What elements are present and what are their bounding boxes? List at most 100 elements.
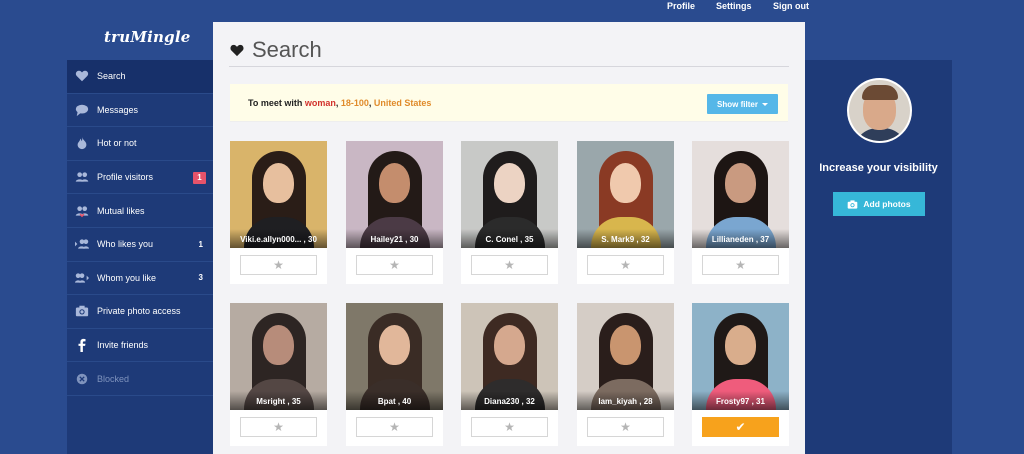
sidebar-item-label: Hot or not bbox=[97, 138, 137, 149]
mutual-users-icon bbox=[67, 204, 97, 218]
sidebar-item-hot-or-not[interactable]: Hot or not bbox=[67, 127, 213, 161]
profile-caption: Hailey21 , 30 bbox=[346, 229, 443, 248]
favorite-button[interactable]: ★ bbox=[240, 417, 317, 437]
page-title: Search bbox=[230, 37, 322, 63]
profile-photo[interactable]: S. Mark9 , 32 bbox=[577, 141, 674, 248]
sidebar-item-profile-visitors[interactable]: Profile visitors 1 bbox=[67, 161, 213, 195]
favorited-button[interactable]: ✔ bbox=[702, 417, 779, 437]
profile-card[interactable]: Lillianeden , 37 ★ bbox=[692, 141, 789, 284]
facebook-icon bbox=[67, 338, 97, 353]
star-icon: ★ bbox=[273, 258, 284, 272]
chat-bubble-icon bbox=[67, 103, 97, 117]
sidebar-item-private-photo-access[interactable]: Private photo access bbox=[67, 295, 213, 329]
profile-photo[interactable]: Hailey21 , 30 bbox=[346, 141, 443, 248]
profile-photo[interactable]: Bpat , 40 bbox=[346, 303, 443, 410]
favorite-button[interactable]: ★ bbox=[471, 255, 548, 275]
profile-card[interactable]: Bpat , 40 ★ bbox=[346, 303, 443, 446]
sidebar-item-mutual-likes[interactable]: Mutual likes bbox=[67, 194, 213, 228]
star-icon: ★ bbox=[389, 258, 400, 272]
profile-link[interactable]: Profile bbox=[667, 0, 695, 12]
who-likes-you-count: 1 bbox=[198, 239, 203, 249]
profile-card[interactable]: Hailey21 , 30 ★ bbox=[346, 141, 443, 284]
profile-caption: Lillianeden , 37 bbox=[692, 229, 789, 248]
sidebar-item-messages[interactable]: Messages bbox=[67, 94, 213, 128]
filter-prefix: To meet with bbox=[248, 98, 305, 108]
profile-caption: Msright , 35 bbox=[230, 391, 327, 410]
check-icon: ✔ bbox=[735, 420, 746, 434]
show-filter-label: Show filter bbox=[717, 99, 758, 109]
caret-down-icon bbox=[761, 102, 768, 106]
title-divider bbox=[229, 66, 789, 67]
sidebar-item-label: Blocked bbox=[97, 373, 130, 384]
page-title-text: Search bbox=[252, 37, 322, 62]
favorite-button[interactable]: ★ bbox=[356, 255, 433, 275]
profile-card[interactable]: Diana230 , 32 ★ bbox=[461, 303, 558, 446]
visibility-heading: Increase your visibility bbox=[819, 162, 938, 174]
star-icon: ★ bbox=[735, 258, 746, 272]
profile-photo[interactable]: Viki.e.allyn000... , 30 bbox=[230, 141, 327, 248]
flame-icon bbox=[67, 136, 97, 150]
sign-out-link[interactable]: Sign out bbox=[773, 0, 809, 12]
sidebar-item-label: Messages bbox=[97, 104, 139, 115]
filter-gender: woman bbox=[304, 98, 336, 108]
profile-photo[interactable]: Diana230 , 32 bbox=[461, 303, 558, 410]
add-photos-label: Add photos bbox=[863, 199, 911, 209]
star-icon: ★ bbox=[389, 420, 400, 434]
sidebar-item-search[interactable]: Search bbox=[67, 60, 213, 94]
star-icon: ★ bbox=[273, 420, 284, 434]
brand-logo[interactable]: truMingle bbox=[104, 28, 190, 46]
profile-photo[interactable]: Frosty97 , 31 bbox=[692, 303, 789, 410]
visitors-count-badge: 1 bbox=[193, 171, 206, 184]
heart-icon bbox=[230, 37, 244, 63]
favorite-button[interactable]: ★ bbox=[240, 255, 317, 275]
profile-caption: Bpat , 40 bbox=[346, 391, 443, 410]
star-icon: ★ bbox=[504, 258, 515, 272]
profile-photo[interactable]: Msright , 35 bbox=[230, 303, 327, 410]
profile-card[interactable]: C. Conel , 35 ★ bbox=[461, 141, 558, 284]
profile-card[interactable]: S. Mark9 , 32 ★ bbox=[577, 141, 674, 284]
profile-photo[interactable]: C. Conel , 35 bbox=[461, 141, 558, 248]
sidebar-item-whom-you-like[interactable]: Whom you like 3 bbox=[67, 262, 213, 296]
sidebar-item-label: Invite friends bbox=[97, 340, 149, 351]
users-icon bbox=[67, 170, 97, 184]
settings-link[interactable]: Settings bbox=[716, 0, 752, 12]
avatar[interactable] bbox=[847, 78, 912, 143]
profile-card[interactable]: Viki.e.allyn000... , 30 ★ bbox=[230, 141, 327, 284]
whom-you-like-count: 3 bbox=[198, 273, 203, 283]
visibility-panel: Increase your visibility Add photos bbox=[805, 60, 952, 454]
favorite-button[interactable]: ★ bbox=[356, 417, 433, 437]
search-panel: Search To meet with woman, 18-100, Unite… bbox=[213, 22, 805, 454]
filter-summary: To meet with woman, 18-100, United State… bbox=[248, 98, 431, 108]
profile-caption: Diana230 , 32 bbox=[461, 391, 558, 410]
sidebar-item-who-likes-you[interactable]: Who likes you 1 bbox=[67, 228, 213, 262]
profile-photo[interactable]: Lillianeden , 37 bbox=[692, 141, 789, 248]
blocked-icon bbox=[67, 372, 97, 386]
add-photos-button[interactable]: Add photos bbox=[833, 192, 925, 216]
profile-caption: Viki.e.allyn000... , 30 bbox=[230, 229, 327, 248]
heart-icon bbox=[67, 69, 97, 83]
profile-caption: Iam_kiyah , 28 bbox=[577, 391, 674, 410]
favorite-button[interactable]: ★ bbox=[702, 255, 779, 275]
favorite-button[interactable]: ★ bbox=[587, 255, 664, 275]
sidebar-item-blocked[interactable]: Blocked bbox=[67, 362, 213, 396]
filter-country: United States bbox=[373, 98, 432, 108]
profile-card[interactable]: Iam_kiyah , 28 ★ bbox=[577, 303, 674, 446]
favorite-button[interactable]: ★ bbox=[471, 417, 548, 437]
star-icon: ★ bbox=[504, 420, 515, 434]
profile-card[interactable]: Msright , 35 ★ bbox=[230, 303, 327, 446]
profile-photo[interactable]: Iam_kiyah , 28 bbox=[577, 303, 674, 410]
profile-card[interactable]: Frosty97 , 31 ✔ bbox=[692, 303, 789, 446]
sidebar-item-invite-friends[interactable]: Invite friends bbox=[67, 329, 213, 363]
favorite-button[interactable]: ★ bbox=[587, 417, 664, 437]
filter-age-range: 18-100 bbox=[340, 98, 369, 108]
star-icon: ★ bbox=[620, 420, 631, 434]
show-filter-button[interactable]: Show filter bbox=[707, 94, 778, 114]
outgoing-users-icon bbox=[67, 271, 97, 285]
sidebar-item-label: Whom you like bbox=[97, 272, 157, 283]
profile-caption: S. Mark9 , 32 bbox=[577, 229, 674, 248]
sidebar-item-label: Who likes you bbox=[97, 239, 154, 250]
profile-caption: Frosty97 , 31 bbox=[692, 391, 789, 410]
sidebar: Search Messages Hot or not Profile visit… bbox=[67, 60, 213, 454]
sidebar-item-label: Search bbox=[97, 71, 126, 82]
incoming-users-icon bbox=[67, 237, 97, 251]
